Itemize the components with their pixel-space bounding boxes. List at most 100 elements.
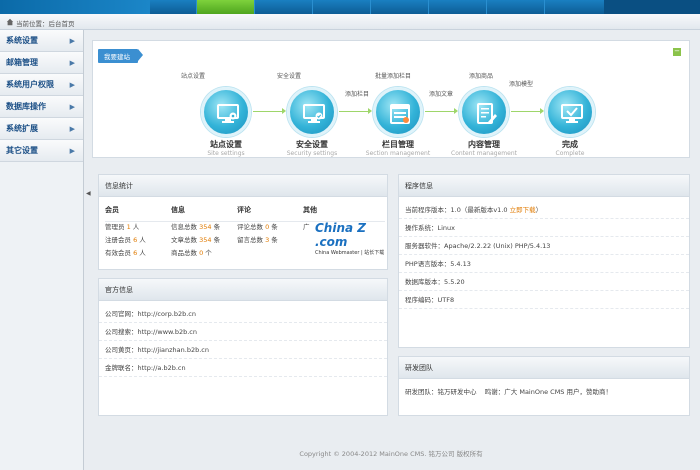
team-panel-title: 研发团队	[399, 357, 689, 379]
sidebar-item-other-settings[interactable]: 其它设置 ▶	[0, 140, 83, 162]
sidebar-item-label: 系统设置	[6, 36, 38, 45]
stats-row: 信息总数 354 条	[171, 223, 221, 231]
sidebar-item-label: 邮箱管理	[6, 58, 38, 67]
stats-col-comments: 评论 评论总数 0 条 留言总数 3 条	[237, 205, 305, 247]
watermark-line1: China Z .com	[315, 221, 366, 249]
tab-5[interactable]	[428, 0, 486, 14]
breadcrumb-text: 当前位置：后台首页	[16, 20, 75, 28]
tab-3[interactable]	[312, 0, 370, 14]
top-bar	[0, 0, 700, 14]
flow-arrow	[253, 108, 286, 114]
hint-batch-add-section[interactable]: 批量添加栏目	[375, 71, 411, 80]
hint-add-model[interactable]: 添加模型	[509, 79, 533, 88]
program-row: 操作系统：Linux	[399, 219, 689, 237]
official-link[interactable]: http://jianzhan.b2b.cn	[138, 346, 209, 354]
flow-arrow	[425, 108, 458, 114]
official-link[interactable]: http://corp.b2b.cn	[138, 310, 196, 318]
step-sub-section-management: Section management	[365, 150, 431, 157]
step-label-content-management[interactable]: 内容管理	[449, 139, 519, 150]
collapse-icon[interactable]: −	[673, 48, 681, 56]
official-link[interactable]: http://a.b2b.cn	[138, 364, 186, 372]
stats-col-info: 信息 信息总数 354 条 文章总数 354 条 商品总数 0 个	[171, 205, 239, 260]
tab-home[interactable]	[196, 0, 254, 14]
step-complete[interactable]	[545, 87, 595, 137]
sidebar-item-system-settings[interactable]: 系统设置 ▶	[0, 30, 83, 52]
program-info-panel: 程序信息 当前程序版本：1.0（最新版本v1.0 立即下载） 操作系统：Linu…	[398, 174, 690, 348]
step-label-site-settings[interactable]: 站点设置	[191, 139, 261, 150]
sidebar-item-user-permissions[interactable]: 系统用户权限 ▶	[0, 74, 83, 96]
official-info-title: 官方信息	[99, 279, 387, 301]
monitor-gear-icon	[217, 104, 239, 123]
stats-col-members: 会员 管理员 1 人 注册会员 6 人 有效会员 6 人	[105, 205, 173, 260]
step-section-management[interactable]	[373, 87, 423, 137]
stats-col-head: 评论	[237, 206, 251, 214]
window-list-icon	[390, 104, 410, 124]
monitor-check-icon	[561, 104, 583, 123]
program-row: 数据库版本：5.5.20	[399, 273, 689, 291]
chevron-right-icon: ▶	[69, 37, 75, 45]
stats-row: 留言总数 3 条	[237, 236, 278, 244]
sidebar-collapse-icon[interactable]: ◀	[86, 190, 91, 200]
program-row: PHP语言版本：5.4.13	[399, 255, 689, 273]
logo-area	[0, 0, 150, 14]
sidebar-item-mail[interactable]: 邮箱管理 ▶	[0, 52, 83, 74]
step-label-section-management[interactable]: 栏目管理	[363, 139, 433, 150]
quick-build-title: 我要建站	[98, 49, 143, 63]
team-text: 研发团队：铭万研发中心	[405, 388, 477, 396]
step-security-settings[interactable]	[287, 87, 337, 137]
sidebar-item-label: 其它设置	[6, 146, 38, 155]
tab-7[interactable]	[544, 0, 602, 14]
sidebar-item-database[interactable]: 数据库操作 ▶	[0, 96, 83, 118]
hint-add-product[interactable]: 添加商品	[469, 71, 493, 80]
step-sub-site-settings: Site settings	[207, 150, 245, 157]
sidebar: 系统设置 ▶ 邮箱管理 ▶ 系统用户权限 ▶ 数据库操作 ▶ 系统扩展 ▶ 其它设置 ▶	[0, 30, 84, 470]
download-link[interactable]: 立即下载	[510, 206, 536, 214]
tab-6[interactable]	[486, 0, 544, 14]
chevron-right-icon: ▶	[69, 103, 75, 111]
program-row: 程序编码：UTF8	[399, 291, 689, 309]
stats-row: 管理员 1 人	[105, 223, 140, 231]
footer: Copyright © 2004-2012 MainOne CMS. 铭万公司 …	[299, 450, 483, 458]
tab-4[interactable]	[370, 0, 428, 14]
stats-col-head: 其他	[303, 206, 317, 214]
chevron-right-icon: ▶	[69, 125, 75, 133]
sidebar-item-label: 系统用户权限	[6, 80, 54, 89]
step-label-security-settings[interactable]: 安全设置	[277, 139, 347, 150]
sidebar-item-extensions[interactable]: 系统扩展 ▶	[0, 118, 83, 140]
team-panel: 研发团队 研发团队：铭万研发中心 鸣谢：广大 MainOne CMS 用户，赞助…	[398, 356, 690, 416]
team-row: 研发团队：铭万研发中心 鸣谢：广大 MainOne CMS 用户，赞助商！	[399, 379, 689, 397]
chevron-right-icon: ▶	[69, 59, 75, 67]
stats-row: 注册会员 6 人	[105, 236, 146, 244]
watermark-line2: China Webmaster | 站长下载	[315, 250, 385, 256]
user-box[interactable]	[604, 0, 700, 14]
program-row: 当前程序版本：1.0（最新版本v1.0 立即下载）	[399, 201, 689, 219]
official-row: 公司搜索：http://www.b2b.cn	[99, 323, 387, 341]
official-row: 金牌联名：http://a.b2b.cn	[99, 359, 387, 377]
flow-arrow	[511, 108, 544, 114]
stats-panel: 信息统计 会员 管理员 1 人 注册会员 6 人 有效会员 6 人 信息 信息总…	[98, 174, 388, 270]
stats-row: 文章总数 354 条	[171, 236, 221, 244]
step-sub-security-settings: Security settings	[286, 150, 338, 157]
hint-add-section[interactable]: 添加栏目	[345, 89, 369, 98]
stats-col-head: 信息	[171, 206, 185, 214]
program-info-title: 程序信息	[399, 175, 689, 197]
official-info-panel: 官方信息 公司官网：http://corp.b2b.cn 公司搜索：http:/…	[98, 278, 388, 416]
hint-site-settings[interactable]: 站点设置	[181, 71, 205, 80]
official-row: 公司官网：http://corp.b2b.cn	[99, 305, 387, 323]
tab-2[interactable]	[254, 0, 312, 14]
official-link[interactable]: http://www.b2b.cn	[138, 328, 197, 336]
breadcrumb: 当前位置：后台首页	[0, 14, 700, 30]
flow-arrow	[339, 108, 372, 114]
step-content-management[interactable]	[459, 87, 509, 137]
program-row: 服务器软件：Apache/2.2.22 (Unix) PHP/5.4.13	[399, 237, 689, 255]
document-edit-icon	[477, 103, 497, 124]
hint-security-settings[interactable]: 安全设置	[277, 71, 301, 80]
step-sub-complete: Complete	[555, 150, 585, 157]
stats-col-head: 会员	[105, 206, 119, 214]
step-label-complete[interactable]: 完成	[535, 139, 605, 150]
hint-add-article[interactable]: 添加文章	[429, 89, 453, 98]
home-icon[interactable]	[6, 18, 14, 26]
main-content: 我要建站 − 站点设置 安全设置 添加栏目 批量添加栏目 添加文章 添加商品 添…	[92, 36, 694, 470]
step-site-settings[interactable]	[201, 87, 251, 137]
monitor-shield-icon	[303, 104, 325, 123]
